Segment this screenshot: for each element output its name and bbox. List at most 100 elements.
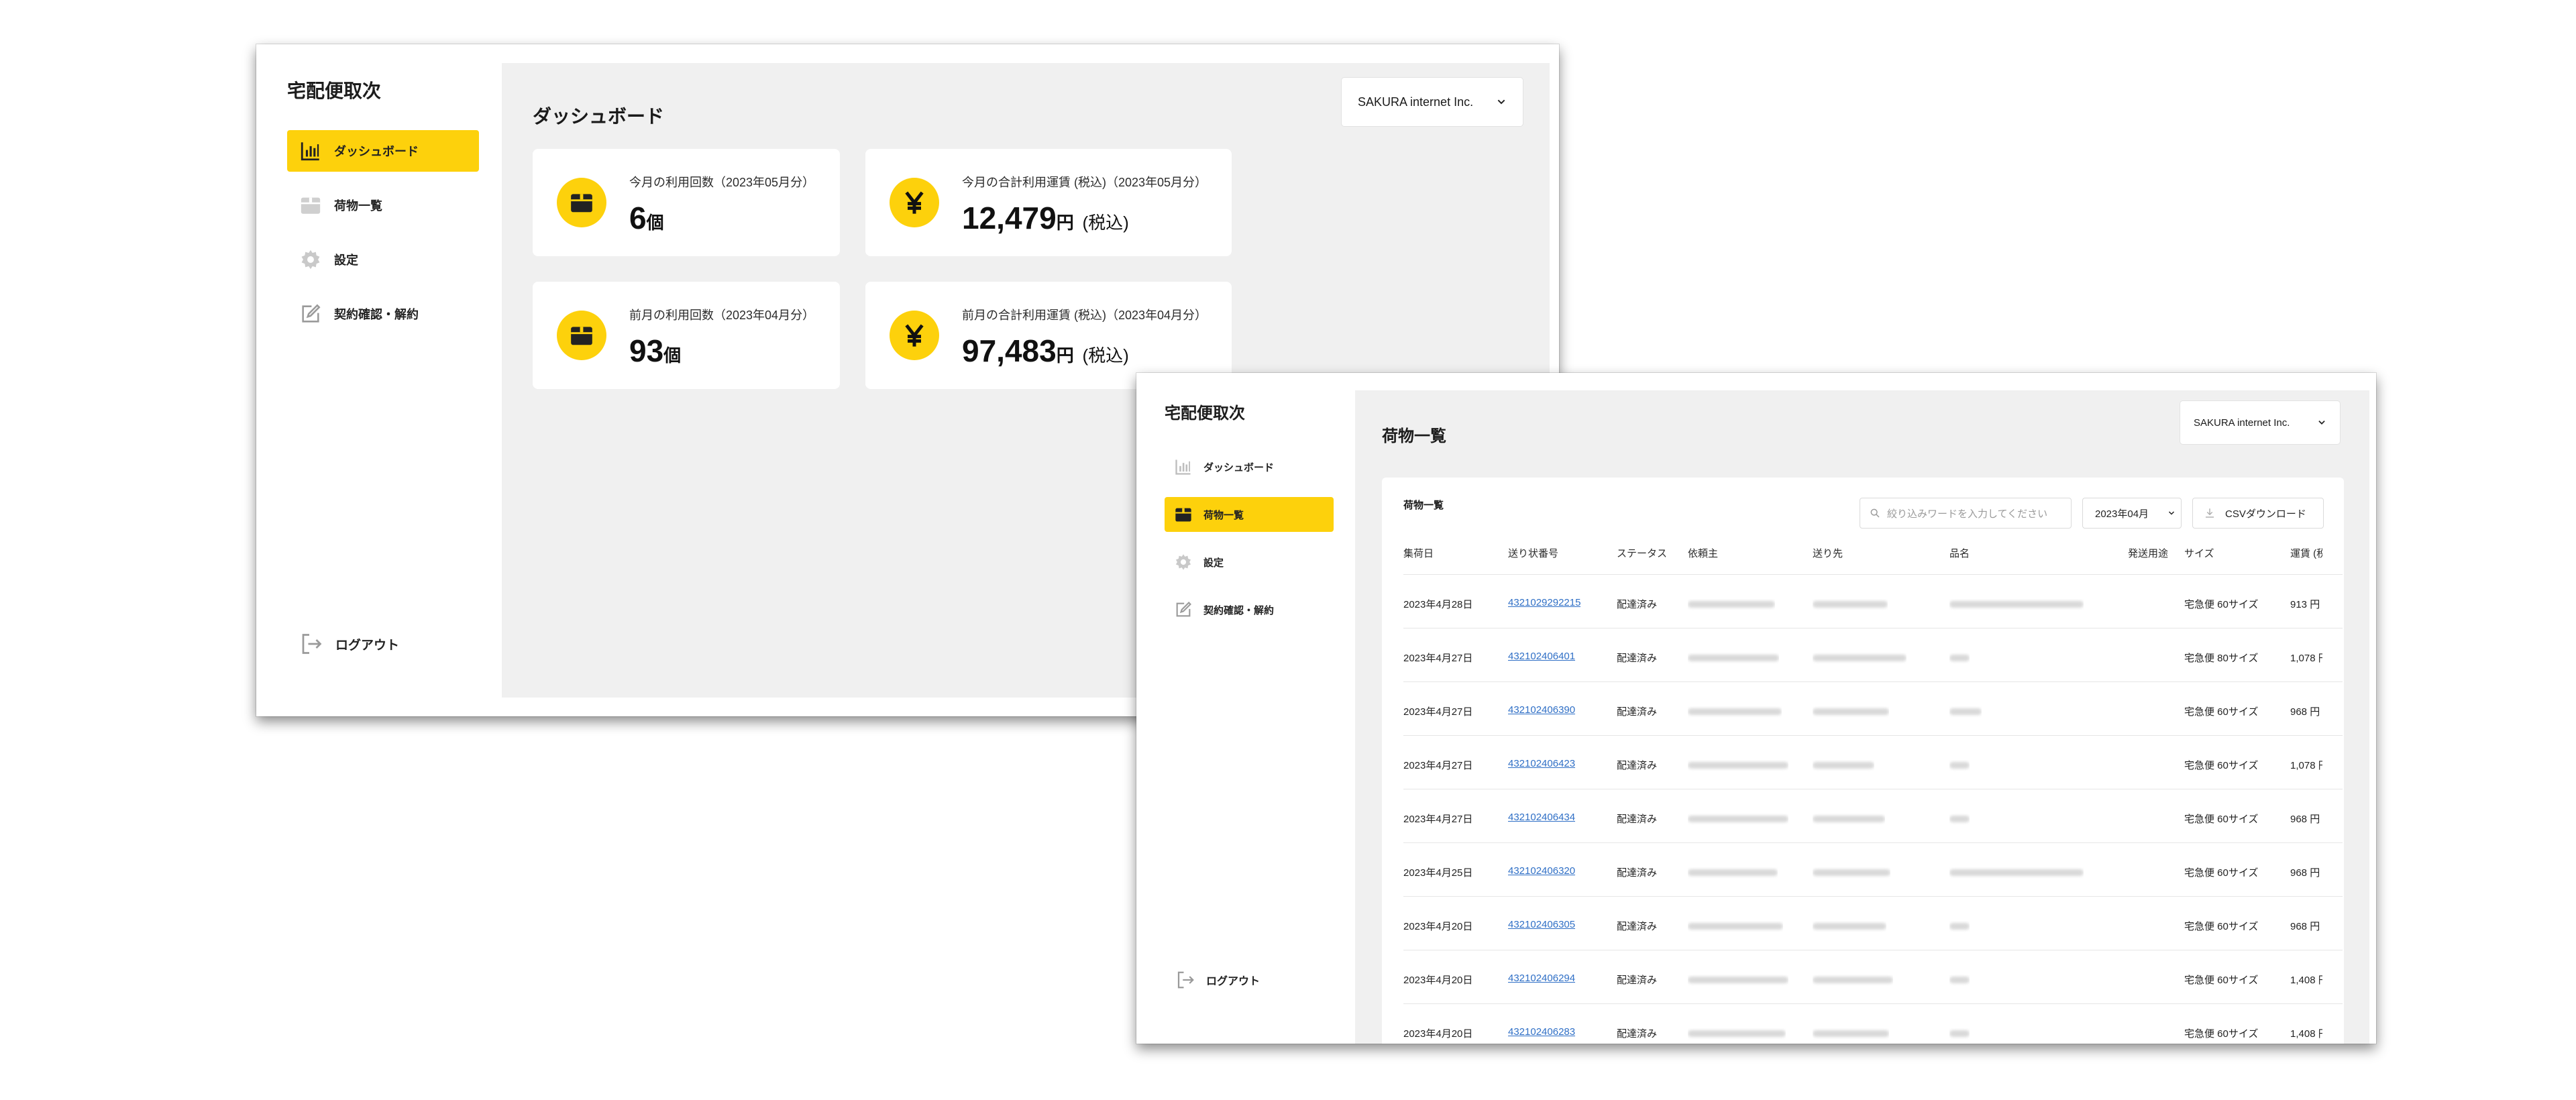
yen-icon	[890, 178, 939, 227]
organization-select[interactable]: SAKURA internet Inc.	[2180, 401, 2340, 444]
stat-label: 今月の利用回数（2023年05月分）	[629, 176, 815, 189]
stat-value: 6個	[629, 200, 664, 236]
sidebar-item-packages[interactable]: 荷物一覧	[1165, 497, 1334, 532]
cell-status: 配達済み	[1617, 975, 1658, 986]
table-row: 2023年4月20日 432102406283 配達済み 宅急便 60サイズ 1,408…	[1403, 1003, 2343, 1044]
cell-tracking-link[interactable]: 432102406283	[1508, 1026, 1575, 1038]
bar-chart-icon	[1175, 459, 1191, 475]
cell-status: 配達済み	[1617, 921, 1658, 932]
page-title: ダッシュボード	[533, 106, 665, 127]
logout-icon	[302, 634, 322, 654]
sidebar-item-dashboard[interactable]: ダッシュボード	[287, 130, 479, 172]
organization-select-value: SAKURA internet Inc.	[2194, 417, 2290, 429]
cell-tracking-link[interactable]: 432102406434	[1508, 812, 1575, 823]
table-row: 2023年4月25日 432102406320 配達済み 宅急便 60サイズ 968 円	[1403, 842, 2343, 897]
stat-number: 97,483	[962, 333, 1057, 368]
cell-fare: 1,078 円	[2290, 760, 2322, 771]
column-header-item-name: 品名	[1949, 548, 1970, 559]
package-list-panel: 荷物一覧 絞り込みワードを入力してください 2023年04月 CSVダウンロード…	[1382, 478, 2344, 1044]
cell-size: 宅急便 60サイズ	[2184, 760, 2259, 771]
chevron-down-icon	[2318, 421, 2325, 425]
stat-label: 前月の利用回数（2023年04月分）	[629, 309, 815, 322]
cell-recipient-redacted	[1813, 921, 1886, 932]
package-icon	[1175, 508, 1191, 522]
cell-recipient-redacted	[1813, 814, 1885, 825]
cell-size: 宅急便 60サイズ	[2184, 599, 2259, 610]
logout-icon	[1177, 971, 1194, 989]
csv-download-label: CSVダウンロード	[2225, 508, 2306, 520]
cell-status: 配達済み	[1617, 760, 1658, 771]
sidebar-item-label: 荷物一覧	[1203, 509, 1244, 521]
cell-pickup-date: 2023年4月25日	[1403, 867, 1473, 879]
sidebar-item-contract[interactable]: 契約確認・解約	[287, 293, 479, 335]
package-icon	[301, 197, 321, 214]
csv-download-button[interactable]: CSVダウンロード	[2192, 498, 2324, 529]
sidebar-nav: ダッシュボード 荷物一覧 設定 契約確認・解約	[1165, 449, 1334, 640]
cell-size: 宅急便 80サイズ	[2184, 653, 2259, 664]
cell-pickup-date: 2023年4月27日	[1403, 653, 1473, 664]
stat-unit: 円	[1056, 213, 1074, 233]
cell-item-redacted	[1949, 921, 1970, 932]
column-header-tracking-number: 送り状番号	[1508, 548, 1559, 559]
stat-value: 97,483円 (税込)	[962, 333, 1129, 369]
logout-button[interactable]: ログアウト	[299, 632, 399, 656]
cell-sender-redacted	[1688, 599, 1775, 610]
column-header-purpose: 発送用途	[2128, 548, 2169, 559]
sidebar-item-settings[interactable]: 設定	[1165, 545, 1334, 580]
cell-fare: 1,408 円	[2290, 975, 2322, 986]
edit-icon	[1176, 602, 1191, 617]
organization-select[interactable]: SAKURA internet Inc.	[1342, 78, 1523, 126]
cell-sender-redacted	[1688, 653, 1779, 664]
cell-fare: 968 円	[2290, 706, 2320, 718]
stat-unit: 個	[646, 213, 664, 233]
cell-item-redacted	[1949, 814, 1970, 825]
cell-tracking-link[interactable]: 432102406401	[1508, 651, 1575, 662]
sidebar-item-label: 契約確認・解約	[334, 308, 419, 321]
cell-recipient-redacted	[1813, 706, 1889, 718]
cell-sender-redacted	[1688, 975, 1788, 986]
cell-tracking-link[interactable]: 432102406294	[1508, 973, 1575, 984]
month-select[interactable]: 2023年04月	[2082, 498, 2182, 529]
cell-tracking-link[interactable]: 432102406305	[1508, 919, 1575, 930]
stat-tax-note: (税込)	[1082, 213, 1129, 233]
search-input[interactable]: 絞り込みワードを入力してください	[1860, 498, 2072, 529]
cell-status: 配達済み	[1617, 706, 1658, 718]
edit-icon	[302, 304, 321, 323]
column-header-sender: 依頼主	[1688, 548, 1719, 559]
column-header-size: サイズ	[2184, 548, 2214, 559]
page-title: 荷物一覧	[1382, 427, 1446, 445]
sidebar-item-settings[interactable]: 設定	[287, 239, 479, 280]
table-row: 2023年4月20日 432102406294 配達済み 宅急便 60サイズ 1,408…	[1403, 950, 2343, 1004]
cell-size: 宅急便 60サイズ	[2184, 1028, 2259, 1040]
organization-select-value: SAKURA internet Inc.	[1358, 95, 1474, 109]
sidebar-item-dashboard[interactable]: ダッシュボード	[1165, 449, 1334, 484]
stat-value: 12,479円 (税込)	[962, 200, 1129, 236]
brand-title: 宅配便取次	[287, 80, 382, 101]
cell-fare: 1,408 円	[2290, 1028, 2322, 1040]
stat-number: 12,479	[962, 201, 1057, 235]
cell-recipient-redacted	[1813, 599, 1888, 610]
search-icon	[1870, 508, 1880, 518]
cell-fare: 968 円	[2290, 921, 2320, 932]
cell-tracking-link[interactable]: 4321029292215	[1508, 597, 1580, 608]
cell-tracking-link[interactable]: 432102406390	[1508, 704, 1575, 716]
cell-size: 宅急便 60サイズ	[2184, 867, 2259, 879]
sidebar-item-contract[interactable]: 契約確認・解約	[1165, 592, 1334, 627]
sidebar-item-label: ダッシュボード	[1203, 461, 1275, 474]
cell-tracking-link[interactable]: 432102406423	[1508, 758, 1575, 769]
bar-chart-icon	[301, 142, 319, 161]
table-row: 2023年4月27日 432102406401 配達済み 宅急便 80サイズ 1,078…	[1403, 628, 2343, 682]
cell-item-redacted	[1949, 653, 1970, 664]
gear-icon	[301, 250, 320, 270]
stat-label: 今月の合計利用運賃 (税込)（2023年05月分）	[962, 176, 1208, 189]
cell-status: 配達済み	[1617, 1028, 1658, 1040]
stat-unit: 個	[663, 345, 682, 366]
cell-tracking-link[interactable]: 432102406320	[1508, 865, 1575, 877]
cell-item-redacted	[1949, 975, 1970, 986]
sidebar-item-label: 契約確認・解約	[1203, 604, 1275, 616]
stat-unit: 円	[1056, 345, 1074, 366]
logout-button[interactable]: ログアウト	[1175, 970, 1260, 990]
gear-icon	[1175, 554, 1191, 570]
stat-tax-note: (税込)	[1082, 345, 1129, 366]
sidebar-item-packages[interactable]: 荷物一覧	[287, 184, 479, 226]
